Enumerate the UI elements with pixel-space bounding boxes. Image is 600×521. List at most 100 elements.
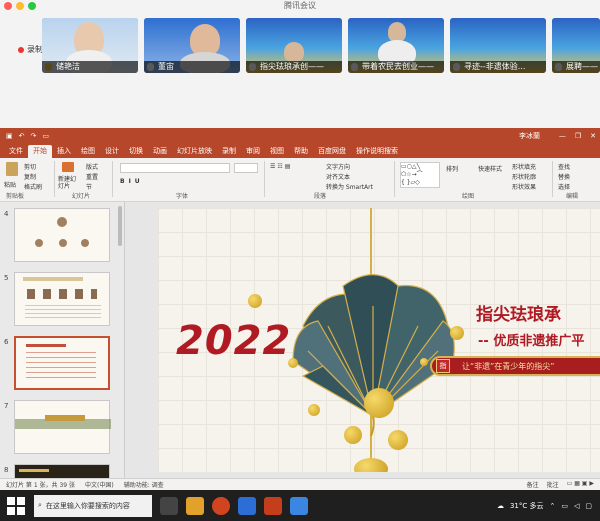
slide-thumbnail[interactable] [14,208,110,262]
close-icon[interactable]: ✕ [590,132,596,140]
tab-review[interactable]: 审阅 [241,145,265,158]
weather-text[interactable]: 31°C 多云 [510,501,544,511]
quick-styles-button[interactable]: 快速样式 [478,164,502,173]
save-icon[interactable]: ▣ [6,132,13,140]
notification-icon[interactable]: ▢ [585,502,592,510]
wps-icon[interactable] [212,496,230,515]
windows-start-icon[interactable] [6,496,26,516]
replace-button[interactable]: 替换 [558,172,570,181]
minimize-icon[interactable]: — [559,132,566,140]
browser-icon[interactable] [290,496,308,515]
shape-outline-button[interactable]: 形状轮廓 [512,172,536,181]
powerpoint-icon[interactable] [264,496,282,515]
chevron-up-icon[interactable]: ⌃ [549,502,555,510]
participant-tile[interactable]: 储艳洁 [42,18,138,73]
file-explorer-icon[interactable] [186,496,204,515]
language-indicator[interactable]: 中文(中国) [85,480,114,489]
tab-slideshow[interactable]: 幻灯片放映 [172,145,217,158]
group-drawing: 绘图 [462,193,475,200]
record-icon [18,46,24,53]
comments-button[interactable]: 批注 [547,480,559,489]
tab-design[interactable]: 设计 [100,145,124,158]
shapes-gallery[interactable]: ▭○△╲ ⬠☆→⌒{ }▱◇ [400,162,440,188]
restore-icon[interactable]: ❐ [575,132,581,140]
windows-taskbar: ⌕ 在这里输入你要搜索的内容 ☁ 31°C 多云 ⌃ ▭ ◁ ▢ [0,490,600,521]
weather-icon: ☁ [496,501,504,510]
search-placeholder: 在这里输入你要搜索的内容 [45,501,130,510]
notes-button[interactable]: 备注 [527,480,539,489]
slide-count: 幻灯片 第 1 张，共 39 张 [6,482,75,489]
cut-button[interactable]: 剪切 [24,162,36,171]
task-view-icon[interactable] [160,496,178,515]
volume-icon[interactable]: ◁ [574,502,579,510]
participant-tile[interactable]: 寻迹--非遗体验... [450,18,546,73]
gold-dot [420,358,428,366]
select-button[interactable]: 选择 [558,182,570,191]
slide-thumbnail[interactable] [14,400,111,454]
participant-tile[interactable]: 展聘—— [552,18,600,73]
redo-icon[interactable]: ↷ [31,132,37,140]
accessibility-status[interactable]: 辅助功能: 调查 [124,480,164,489]
slide-number: 8 [4,466,9,474]
tab-insert[interactable]: 插入 [52,145,76,158]
group-font: 字体 [176,193,189,200]
gold-dot [388,430,408,450]
tab-transitions[interactable]: 切换 [124,145,148,158]
reset-button[interactable]: 重置 [86,172,98,181]
shape-effects-button[interactable]: 形状效果 [512,182,536,191]
new-slide-icon[interactable] [62,162,74,174]
section-button[interactable]: 节 [86,182,92,191]
ribbon-divider [552,161,553,197]
tab-view[interactable]: 视图 [265,145,289,158]
slide-thumbnail-selected[interactable] [14,336,110,390]
thumbnail-scrollbar[interactable] [118,206,122,246]
layout-button[interactable]: 版式 [86,162,98,171]
tab-home[interactable]: 开始 [28,145,52,158]
participant-tile[interactable]: 带着农民去创业—— [348,18,444,73]
slogan-text: 让“非遗”在青少年的指尖” [462,362,555,371]
ribbon: 粘贴 剪切 复制 格式刷 剪贴板 新建幻灯片 版式 重置 节 幻灯片 BIU 字… [0,158,600,202]
new-slide-button[interactable]: 新建幻灯片 [58,176,80,190]
slide-thumbnail-pane: 4 5 6 7 8 [0,202,125,518]
slide-title: 指尖珐琅承 [476,305,561,325]
shape-fill-button[interactable]: 形状填充 [512,162,536,171]
bold-italic-underline[interactable]: BIU [120,178,144,185]
undo-icon[interactable]: ↶ [19,132,25,140]
participant-name: 寻迹--非遗体验... [450,61,546,73]
network-icon[interactable]: ▭ [561,502,568,510]
slide-number: 6 [4,338,9,346]
tab-help[interactable]: 帮助 [289,145,313,158]
format-painter-button[interactable]: 格式刷 [24,182,42,191]
group-slides: 幻灯片 [72,193,91,200]
participant-face [388,22,406,42]
participant-tile[interactable]: 指尖珐琅承创—— [246,18,342,73]
align-text-button[interactable]: 对齐文本 [326,172,350,181]
participant-tile[interactable]: 董宙 [144,18,240,73]
ribbon-divider [112,161,113,197]
tell-me-search[interactable]: 操作说明搜索 [351,145,403,158]
slide-thumbnail[interactable] [14,272,110,326]
tab-baidu[interactable]: 百度网盘 [313,145,351,158]
tencent-meeting-icon[interactable] [238,496,256,515]
tab-draw[interactable]: 绘图 [76,145,100,158]
view-buttons[interactable]: ▭ ▦ ▣ ▶ [567,480,594,489]
taskbar-search[interactable]: ⌕ 在这里输入你要搜索的内容 [34,494,152,517]
slide-canvas[interactable]: 2022 指尖珐琅承 -- 优质非遗推广平 指 让“非遗”在青少年的指尖” [158,208,600,472]
paste-button[interactable]: 粘贴 [4,180,16,189]
tab-record[interactable]: 录制 [217,145,241,158]
copy-button[interactable]: 复制 [24,172,36,181]
font-size-dropdown[interactable] [234,163,258,173]
slide-number: 5 [4,274,9,282]
tab-animations[interactable]: 动画 [148,145,172,158]
present-icon[interactable]: ▭ [42,132,49,140]
smartart-button[interactable]: 转换为 SmartArt [326,182,373,191]
participant-name: 指尖珐琅承创—— [246,61,342,73]
font-name-dropdown[interactable] [120,163,230,173]
find-button[interactable]: 查找 [558,162,570,171]
user-name[interactable]: 李冰蘭 [519,131,540,141]
text-direction-button[interactable]: 文字方向 [326,162,350,171]
arrange-button[interactable]: 排列 [446,164,458,173]
tab-file[interactable]: 文件 [4,145,28,158]
list-buttons[interactable]: ☰☷▤ [270,163,292,170]
paste-icon[interactable] [6,162,18,178]
